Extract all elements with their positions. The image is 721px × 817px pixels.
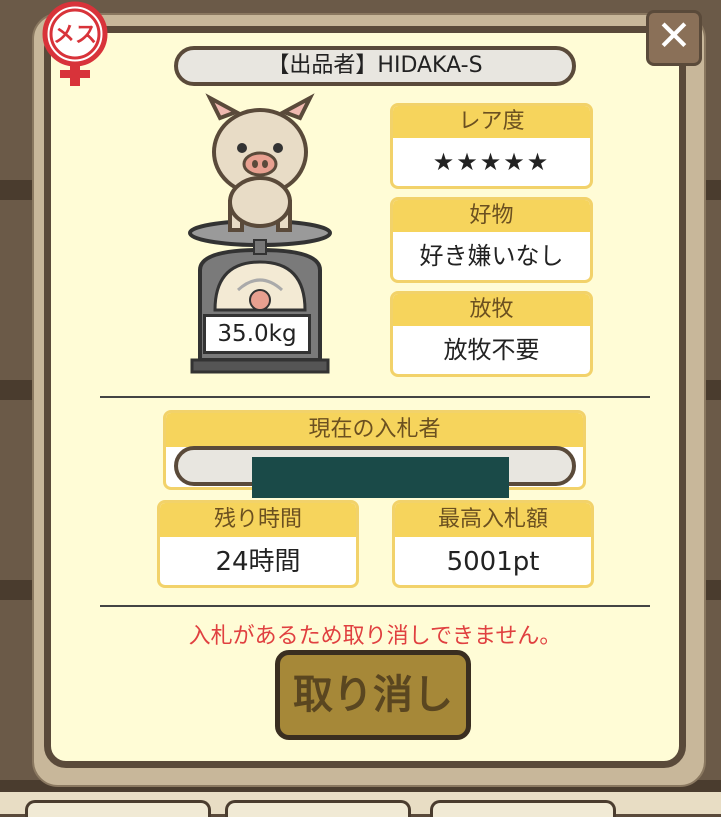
bottom-tab[interactable] xyxy=(430,800,616,817)
highest-bid-header: 最高入札額 xyxy=(395,503,591,537)
grazing-header: 放牧 xyxy=(393,294,590,326)
bottom-tab[interactable] xyxy=(225,800,411,817)
close-icon: ✕ xyxy=(656,11,692,60)
grazing-box: 放牧 放牧不要 xyxy=(390,291,593,377)
gender-label: メス xyxy=(53,23,97,48)
grazing-value: 放牧不要 xyxy=(443,336,540,364)
cancel-listing-button[interactable]: 取り消し xyxy=(275,650,471,740)
highest-bid-value: 5001pt xyxy=(446,547,540,577)
cannot-cancel-notice: 入札があるため取り消しできません。 xyxy=(188,624,562,649)
bottom-tab[interactable] xyxy=(25,800,211,817)
divider xyxy=(100,605,650,607)
remaining-time-box: 残り時間 24時間 xyxy=(157,500,359,588)
rarity-header: レア度 xyxy=(393,106,590,138)
highest-bid-box: 最高入札額 5001pt xyxy=(392,500,594,588)
close-button[interactable]: ✕ xyxy=(646,10,702,66)
divider xyxy=(100,396,650,398)
rarity-stars: ★★★★★ xyxy=(432,148,551,176)
female-badge-icon: メス xyxy=(30,0,120,90)
remaining-time-value: 24時間 xyxy=(215,547,301,577)
current-bidder-header: 現在の入札者 xyxy=(166,413,583,447)
seller-name: 【出品者】HIDAKA-S xyxy=(174,46,576,86)
rarity-box: レア度 ★★★★★ xyxy=(390,103,593,189)
favorite-header: 好物 xyxy=(393,200,590,232)
favorite-box: 好物 好き嫌いなし xyxy=(390,197,593,283)
remaining-time-header: 残り時間 xyxy=(160,503,356,537)
redacted-bidder xyxy=(252,457,509,498)
favorite-value: 好き嫌いなし xyxy=(419,242,564,270)
pig-weight: 35.0kg xyxy=(203,314,311,354)
